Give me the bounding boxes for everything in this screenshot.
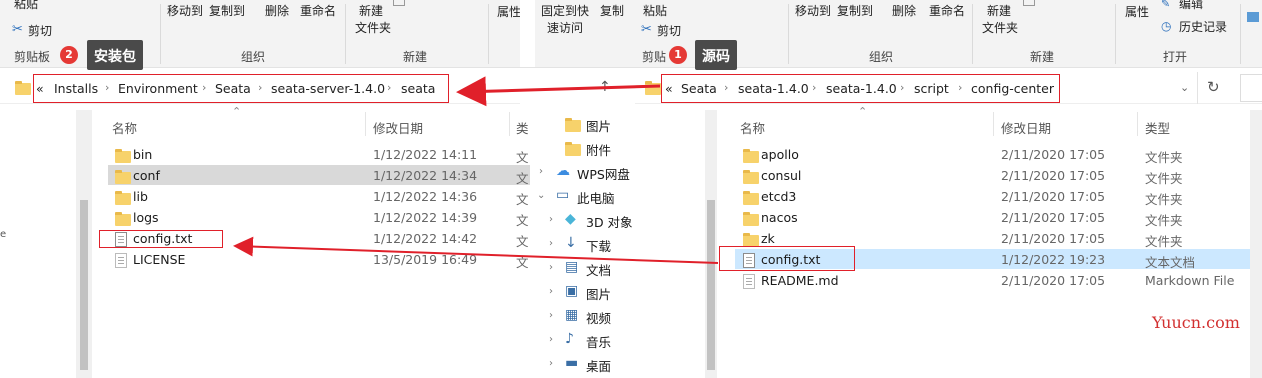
arrow-to-config-file [233, 236, 719, 264]
arrow-to-install-path [456, 76, 661, 107]
watermark: Yuucn.com [1152, 313, 1240, 332]
annotation-arrows [233, 76, 719, 264]
